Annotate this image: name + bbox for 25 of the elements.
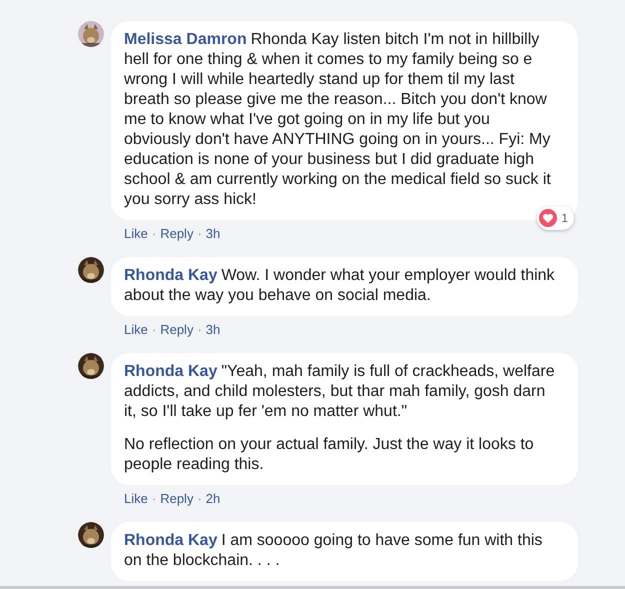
reaction-count: 1 <box>561 210 568 227</box>
action-link[interactable]: Like <box>124 224 148 244</box>
comment-text: Rhonda Kay I am sooooo going to have some fun with this on the blockchain. . . . <box>124 531 544 571</box>
action-link[interactable]: Like <box>124 489 148 509</box>
separator-dot: · <box>150 490 158 508</box>
author-link[interactable]: Melissa Damron <box>124 31 247 48</box>
action-link[interactable]: Like <box>124 320 148 340</box>
action-link[interactable]: Reply <box>160 489 194 509</box>
author-link[interactable]: Rhonda Kay <box>124 532 218 549</box>
separator-dot: · <box>150 321 158 340</box>
separator-dot: · <box>196 490 203 508</box>
separator-dot: · <box>150 225 158 244</box>
action-link[interactable]: Reply <box>160 224 194 244</box>
timestamp-link[interactable]: 2h <box>206 489 220 509</box>
action-link[interactable]: Reply <box>160 320 194 340</box>
reaction-badge[interactable]: 1 <box>537 206 574 230</box>
separator-dot: · <box>196 321 203 340</box>
comment-text: Rhonda Kay Wow. I wonder what your employer would think about the way you behave on social media. <box>124 266 556 306</box>
author-link[interactable]: Rhonda Kay <box>124 363 218 380</box>
author-link[interactable]: Rhonda Kay <box>124 267 218 284</box>
separator-dot: · <box>196 225 203 244</box>
timestamp-link[interactable]: 3h <box>206 320 220 340</box>
comment-text: Rhonda Kay "Yeah, mah family is full of crackheads, welfare addicts, and child molesters, but thar mah family, gosh darn it, so I'll take up fer 'em no matter whut." <box>124 362 556 422</box>
timestamp-link[interactable]: 3h <box>206 224 220 244</box>
comment-text: No reflection on your actual family. Just the way it looks to people reading this. <box>124 435 535 475</box>
